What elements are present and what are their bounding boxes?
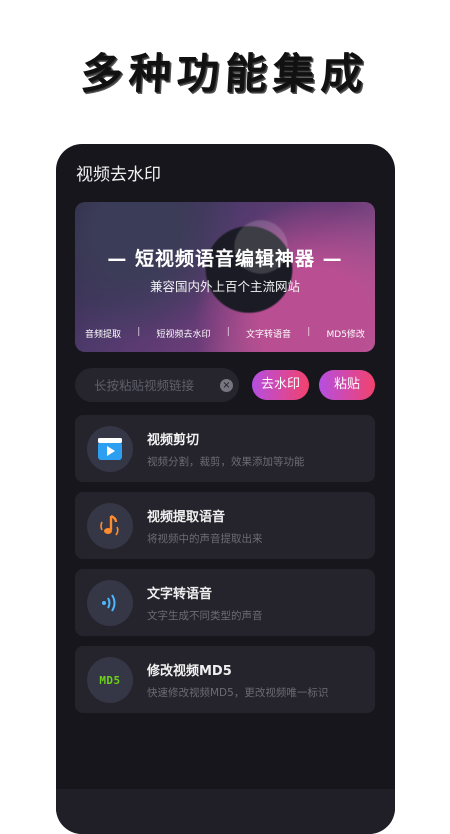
video-link-input[interactable] — [92, 376, 216, 394]
link-input-box: × — [75, 368, 239, 402]
headline: 多种功能集成 — [79, 49, 371, 98]
clear-icon[interactable]: × — [220, 378, 233, 392]
feature-card-text-to-speech[interactable]: 文字转语音 文字生成不同类型的声音 — [75, 569, 375, 636]
feature-desc: 将视频中的声音提取出来 — [147, 533, 263, 545]
promo-banner[interactable]: — 短视频语音编辑神器 — 兼容国内外上百个主流网站 音频提取 | 短视频去水印… — [75, 202, 375, 352]
banner-title: — 短视频语音编辑神器 — — [107, 248, 343, 270]
md5-icon-label: MD5 — [99, 673, 121, 687]
banner-feature-audio: 音频提取 — [85, 330, 122, 340]
music-note-icon — [87, 503, 133, 549]
paste-button[interactable]: 粘贴 — [319, 370, 375, 400]
link-input-row: × 去水印 粘贴 — [75, 368, 375, 402]
banner-separator: | — [307, 327, 311, 337]
feature-desc: 快速修改视频MD5，更改视频唯一标识 — [147, 687, 329, 699]
banner-feature-tts: 文字转语音 — [246, 330, 292, 340]
remove-watermark-button[interactable]: 去水印 — [252, 370, 309, 400]
feature-title: 修改视频MD5 — [147, 664, 232, 679]
feature-list: 视频剪切 视频分割，裁剪，效果添加等功能 视频提取语音 将视频中的声音提取出来 — [75, 415, 375, 723]
bottom-bar — [56, 789, 395, 834]
feature-title: 文字转语音 — [147, 587, 213, 602]
page-title: 视频去水印 — [76, 165, 161, 185]
feature-desc: 文字生成不同类型的声音 — [147, 610, 263, 622]
md5-icon: MD5 — [87, 657, 133, 703]
feature-desc: 视频分割，裁剪，效果添加等功能 — [147, 456, 305, 468]
banner-subtitle: 兼容国内外上百个主流网站 — [149, 279, 300, 294]
banner-feature-watermark: 短视频去水印 — [156, 330, 211, 340]
video-cut-icon — [87, 426, 133, 472]
sound-wave-icon — [87, 580, 133, 626]
banner-feature-list: 音频提取 | 短视频去水印 | 文字转语音 | MD5修改 — [85, 327, 365, 340]
feature-title: 视频提取语音 — [147, 510, 226, 525]
banner-separator: | — [226, 327, 230, 337]
phone-screen: 视频去水印 — 短视频语音编辑神器 — 兼容国内外上百个主流网站 音频提取 | … — [56, 144, 395, 834]
feature-card-md5[interactable]: MD5 修改视频MD5 快速修改视频MD5，更改视频唯一标识 — [75, 646, 375, 713]
feature-card-video-cut[interactable]: 视频剪切 视频分割，裁剪，效果添加等功能 — [75, 415, 375, 482]
banner-separator: | — [137, 327, 141, 337]
feature-title: 视频剪切 — [147, 433, 200, 448]
banner-feature-md5: MD5修改 — [326, 330, 365, 340]
feature-card-extract-audio[interactable]: 视频提取语音 将视频中的声音提取出来 — [75, 492, 375, 559]
